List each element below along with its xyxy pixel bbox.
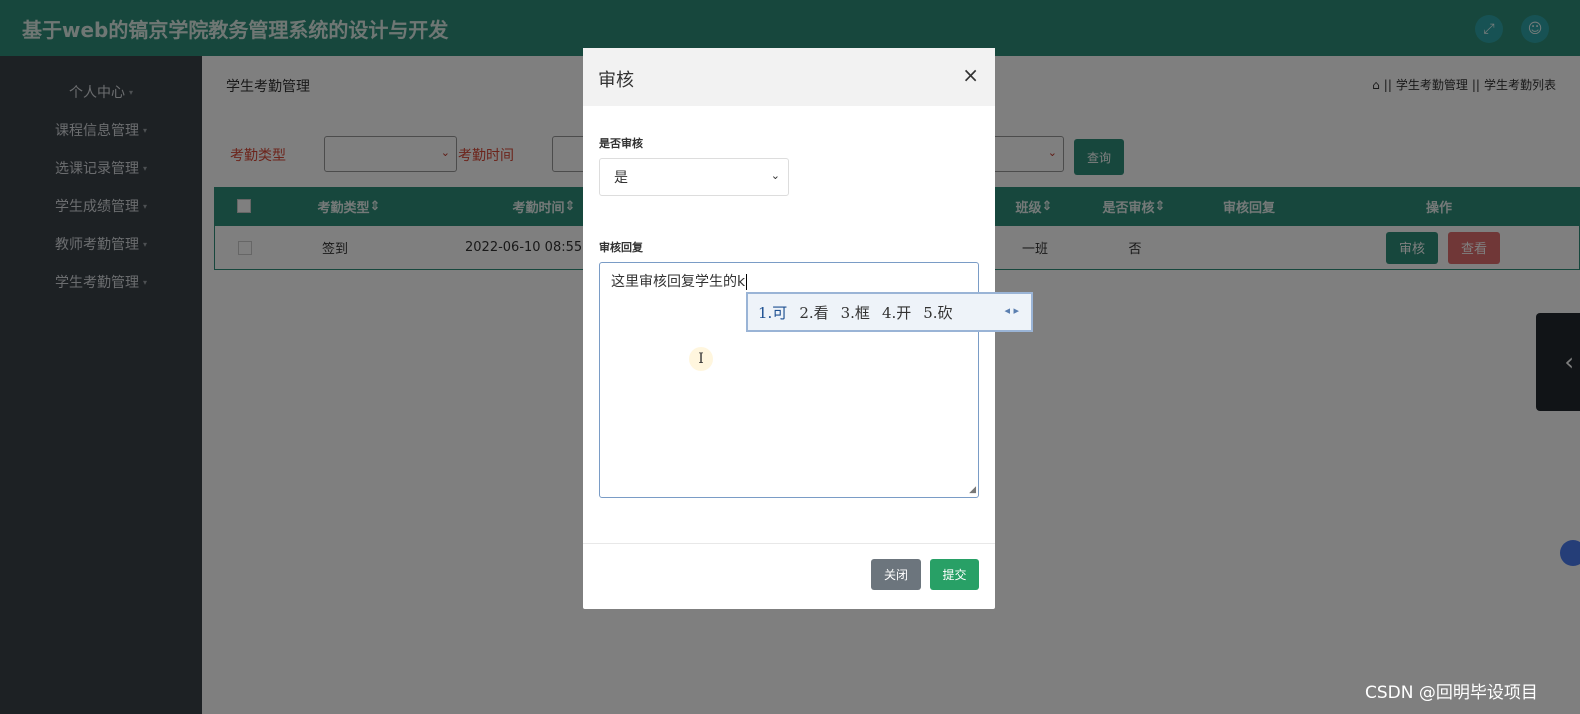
review-label: 是否审核	[599, 137, 643, 150]
close-icon[interactable]: ×	[962, 65, 979, 85]
reply-label: 审核回复	[599, 241, 643, 254]
ime-candidate[interactable]: 1.可	[758, 302, 787, 323]
modal-header: 审核 ×	[583, 48, 995, 106]
chevron-down-icon: ⌄	[770, 169, 780, 182]
ime-candidate[interactable]: 3.框	[841, 302, 870, 323]
modal-title: 审核	[598, 70, 634, 91]
modal-footer-divider	[583, 543, 995, 544]
ime-page-arrows-icon[interactable]: ◂ ▸	[1004, 304, 1019, 317]
text-caret	[746, 274, 748, 290]
review-select-value: 是	[614, 170, 628, 186]
submit-button[interactable]: 提交	[930, 559, 979, 590]
ime-candidate-popup: 1.可 2.看 3.框 4.开 5.砍 ◂ ▸	[746, 292, 1033, 332]
text-cursor-icon: I	[689, 347, 713, 371]
reply-text: 这里审核回复学生的k	[611, 274, 746, 290]
watermark: CSDN @回明毕设项目	[1365, 683, 1538, 703]
ime-candidate[interactable]: 4.开	[882, 302, 911, 323]
resize-grip-icon[interactable]: ◢	[969, 486, 976, 495]
review-select[interactable]: 是 ⌄	[599, 158, 789, 196]
close-button[interactable]: 关闭	[871, 559, 921, 590]
ime-candidate[interactable]: 5.砍	[923, 302, 952, 323]
ime-candidate[interactable]: 2.看	[799, 302, 828, 323]
